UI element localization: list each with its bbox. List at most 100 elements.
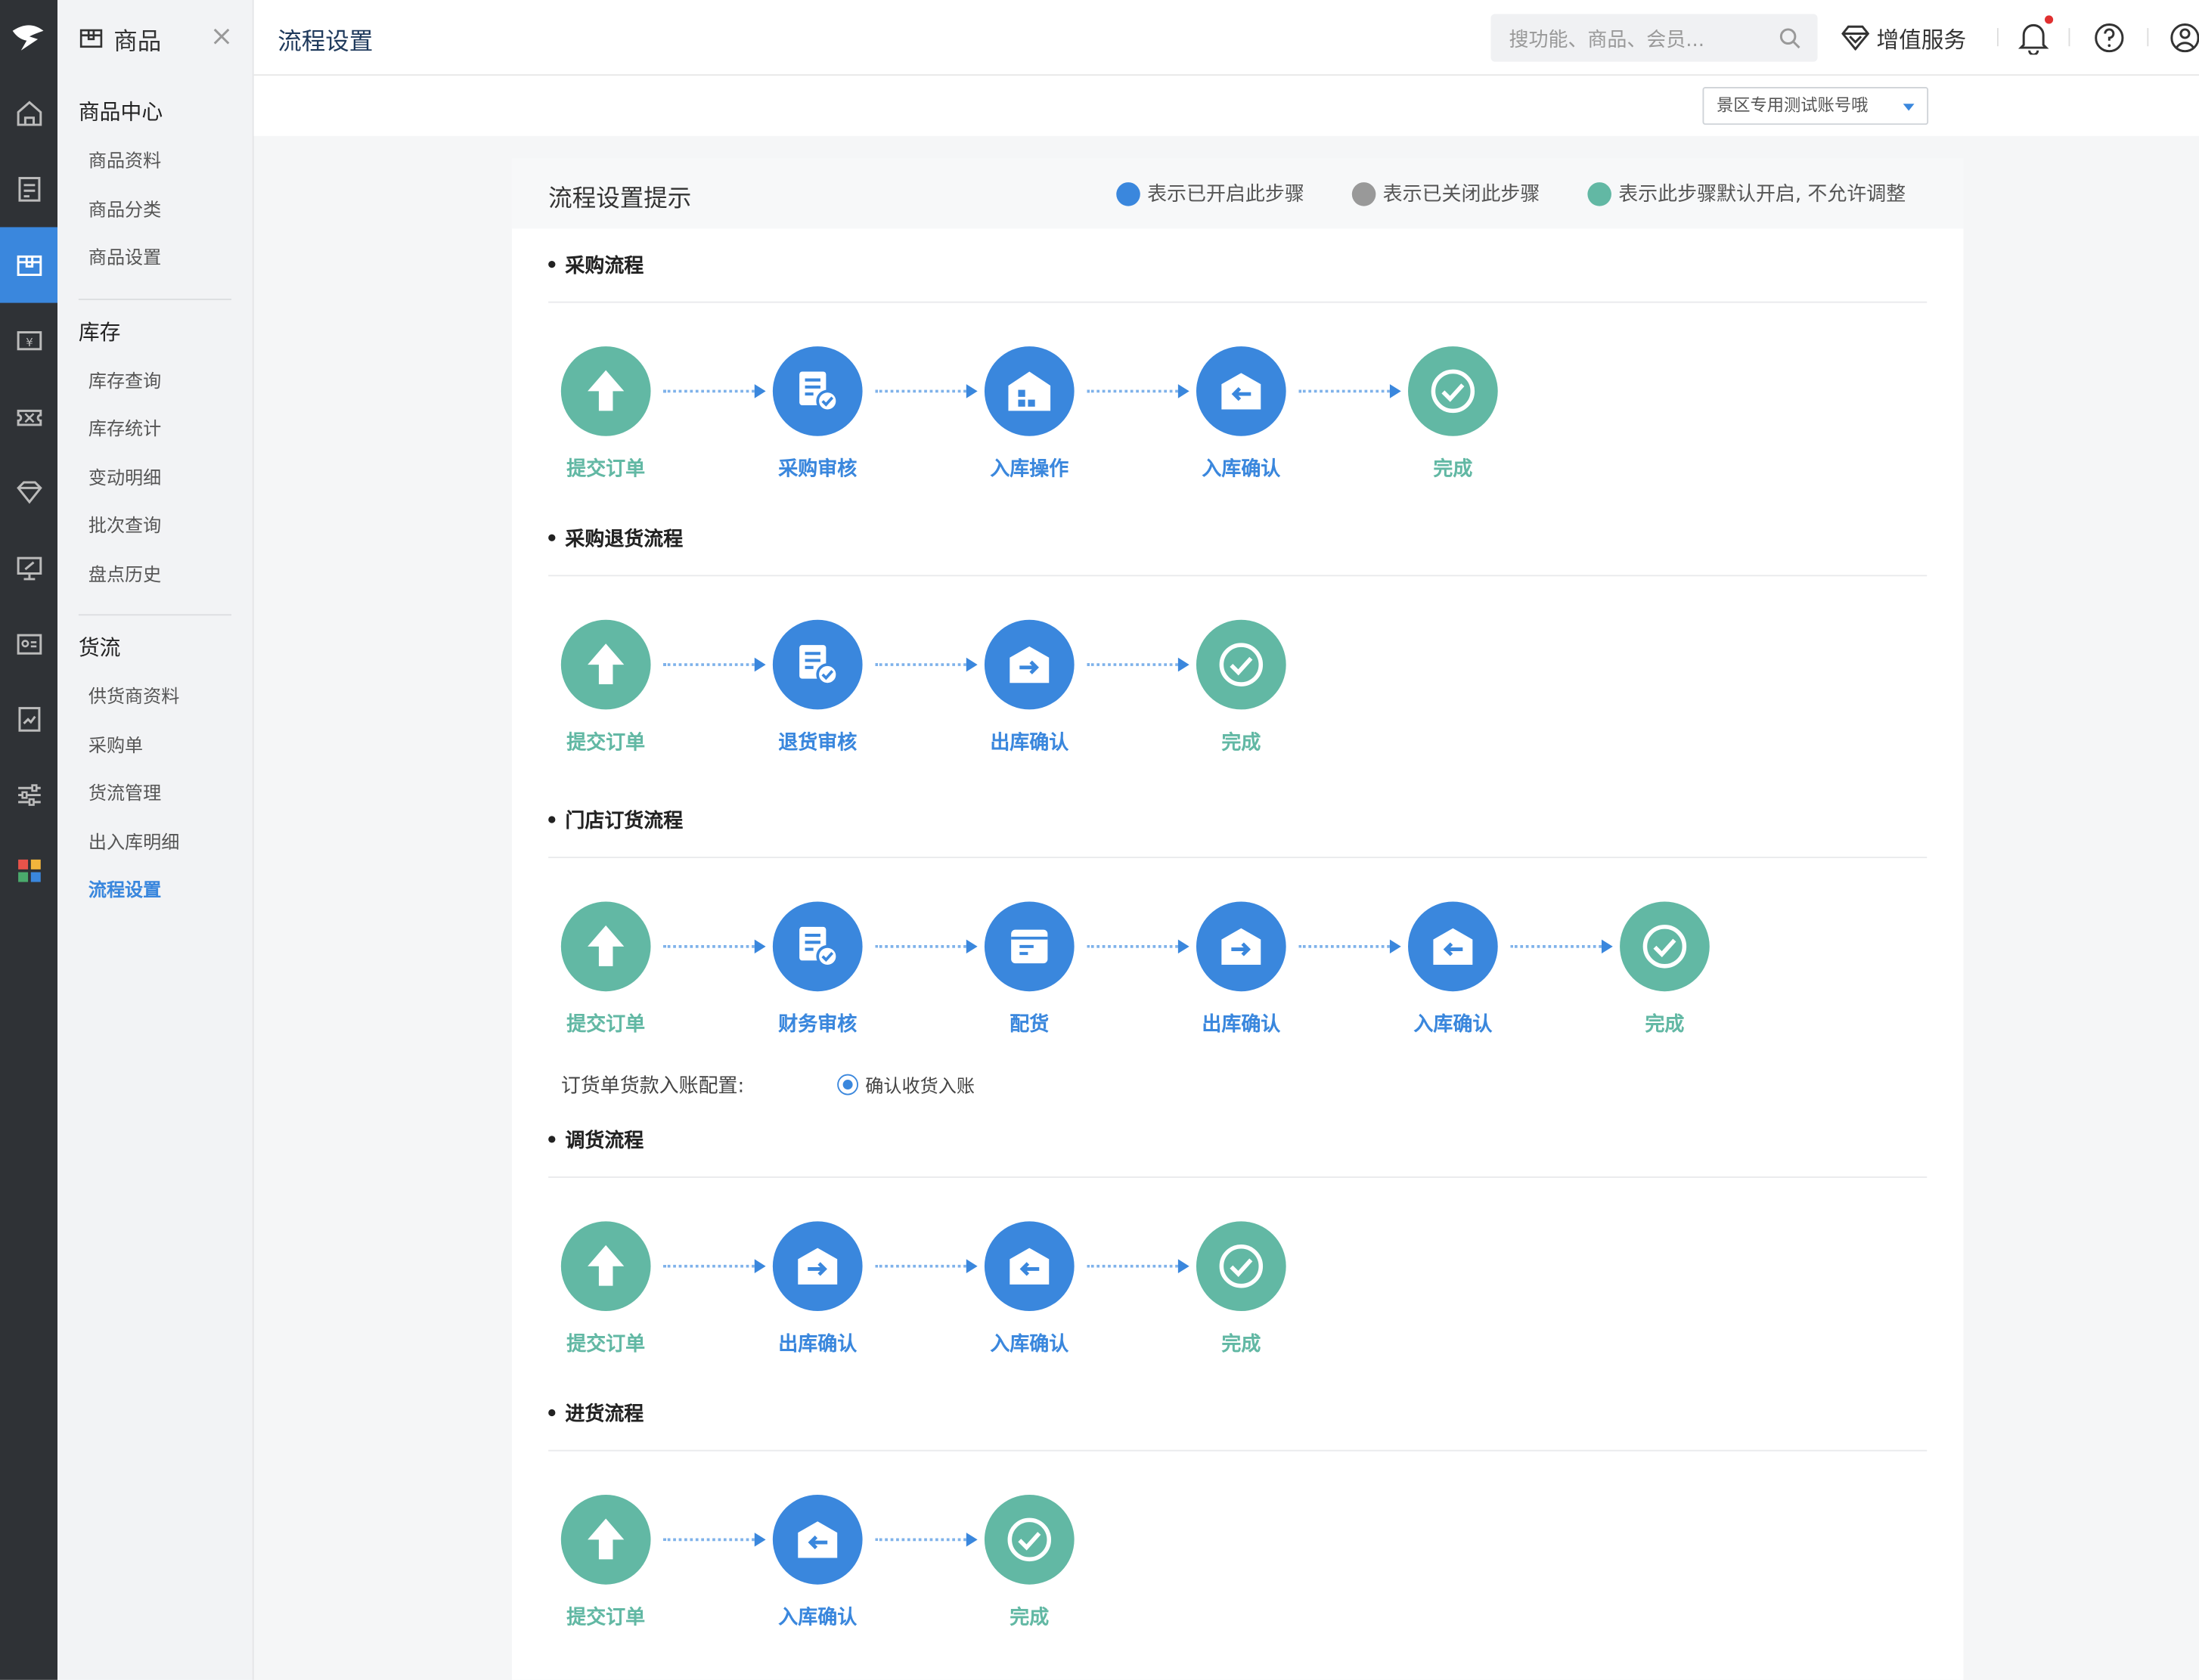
doc-check-icon[interactable]: [772, 619, 863, 710]
svg-text:¥: ¥: [25, 336, 32, 349]
legend-disabled: 表示已关闭此步骤: [1351, 179, 1540, 207]
logo-icon[interactable]: [0, 0, 57, 76]
legend-swatch: [1587, 181, 1611, 206]
flow-section-title: 采购退货流程: [548, 525, 683, 553]
help-icon[interactable]: [2094, 21, 2125, 55]
module-header: 商品: [57, 0, 253, 76]
flow-step-label: 出库确认: [778, 1333, 858, 1356]
bell-icon[interactable]: [2018, 21, 2049, 55]
sidebar-item[interactable]: 商品设置: [57, 236, 253, 284]
box-in-icon[interactable]: [772, 1495, 863, 1585]
close-icon[interactable]: [209, 24, 234, 49]
flow-step-label: 提交订单: [566, 1607, 646, 1630]
sidebar-item[interactable]: 商品资料: [57, 139, 253, 188]
sidebar-item[interactable]: 商品分类: [57, 188, 253, 236]
flow-arrow: [1087, 384, 1189, 398]
sidebar-item[interactable]: 库存统计: [57, 407, 253, 455]
flow-arrow: [663, 1259, 766, 1273]
sidebar-item[interactable]: 流程设置: [57, 868, 253, 916]
upload-arrow-icon: [560, 619, 651, 710]
flow-step-label: 退货审核: [778, 732, 858, 755]
sidebar-divider: [78, 614, 232, 616]
flow-section-title: 门店订货流程: [548, 806, 683, 834]
upload-arrow-icon: [560, 1221, 651, 1312]
flow-step-label: 配货: [1010, 1013, 1050, 1037]
search-input[interactable]: 搜功能、商品、会员...: [1490, 14, 1818, 62]
flow-arrow: [1087, 1259, 1189, 1273]
legend-label: 表示已关闭此步骤: [1382, 183, 1540, 206]
radio-selected-icon[interactable]: [837, 1074, 859, 1096]
upload-arrow-icon: [560, 1495, 651, 1585]
sidebar-group-title: 货流: [78, 635, 121, 661]
account-select-value: 景区专用测试账号哦: [1717, 95, 1869, 116]
home-icon[interactable]: [0, 76, 57, 151]
chart-doc-icon[interactable]: [0, 681, 57, 757]
box-out-icon[interactable]: [984, 619, 1075, 710]
flow-steps: 提交订单 出库确认 入库确认 完成: [512, 1221, 1964, 1390]
flow-steps: 提交订单 财务审核 配货 出库确认 入库确认 完成: [512, 901, 1964, 1071]
sidebar-item[interactable]: 变动明细: [57, 455, 253, 504]
flow-settings-panel: 流程设置提示 表示已开启此步骤 表示已关闭此步骤 表示此步骤默认开启, 不允许调…: [511, 158, 1964, 1680]
divider: [1996, 28, 1999, 47]
flow-section-title: 采购流程: [548, 251, 644, 279]
apps-grid-icon[interactable]: [0, 833, 57, 909]
flow-step-label: 入库确认: [1202, 458, 1281, 482]
flow-arrow: [1298, 384, 1401, 398]
flow-step-label: 出库确认: [990, 732, 1069, 755]
sidebar-divider: [78, 298, 232, 299]
diamond-icon: [1841, 25, 1870, 51]
legend-label: 表示已开启此步骤: [1147, 183, 1304, 206]
flow-step-label: 完成: [1433, 458, 1473, 482]
sidebar-item[interactable]: 供货商资料: [57, 674, 253, 723]
box-in-icon[interactable]: [984, 1221, 1075, 1312]
flow-arrow: [663, 1533, 766, 1547]
box-out-icon[interactable]: [772, 1221, 863, 1312]
coupon-icon[interactable]: [0, 379, 57, 454]
report-icon[interactable]: [0, 151, 57, 227]
order-config-radio[interactable]: 确认收货入账: [837, 1071, 975, 1098]
order-config-option: 确认收货入账: [865, 1077, 975, 1099]
doc-check-icon[interactable]: [772, 346, 863, 436]
flow-arrow: [663, 384, 766, 398]
check-circle-icon: [1196, 1221, 1286, 1312]
warehouse-icon[interactable]: [984, 346, 1075, 436]
box-in-icon[interactable]: [1408, 901, 1498, 992]
sidebar-item[interactable]: 库存查询: [57, 358, 253, 407]
sidebar-item[interactable]: 盘点历史: [57, 552, 253, 600]
diamond-icon[interactable]: [0, 454, 57, 530]
box-out-icon[interactable]: [1196, 901, 1286, 992]
doc-check-icon[interactable]: [772, 901, 863, 992]
sidebar-group-title: 库存: [78, 318, 121, 345]
monitor-icon[interactable]: [0, 530, 57, 606]
box-in-icon[interactable]: [1196, 346, 1286, 436]
flow-step-label: 提交订单: [566, 732, 646, 755]
sidebar-group-title: 商品中心: [78, 99, 163, 126]
value-service-button[interactable]: 增值服务: [1841, 20, 1966, 56]
sidebar-item[interactable]: 批次查询: [57, 504, 253, 552]
upload-arrow-icon: [560, 901, 651, 992]
sidebar-item[interactable]: 货流管理: [57, 771, 253, 820]
settings-slider-icon[interactable]: [0, 757, 57, 832]
legend-default: 表示此步骤默认开启, 不允许调整: [1587, 179, 1906, 207]
flow-arrow: [875, 384, 978, 398]
account-select[interactable]: 景区专用测试账号哦: [1702, 86, 1929, 126]
flow-section-title: 调货流程: [548, 1126, 644, 1154]
flow-arrow: [1298, 939, 1401, 954]
legend-enabled: 表示已开启此步骤: [1116, 179, 1304, 207]
flow-arrow: [875, 939, 978, 954]
cash-icon[interactable]: ¥: [0, 303, 57, 379]
member-card-icon[interactable]: [0, 606, 57, 681]
sidebar-item[interactable]: 采购单: [57, 723, 253, 771]
check-circle-icon: [1196, 619, 1286, 710]
search-icon[interactable]: [1779, 26, 1801, 49]
flow-arrow: [1087, 939, 1189, 954]
order-config-label: 订货单货款入账配置:: [560, 1075, 745, 1099]
user-avatar-icon[interactable]: [2170, 21, 2199, 55]
flow-section-title: 进货流程: [548, 1399, 644, 1427]
flow-step-label: 完成: [1010, 1607, 1050, 1630]
section-divider: [548, 1449, 1928, 1452]
goods-icon[interactable]: [0, 227, 58, 303]
sidebar-item[interactable]: 出入库明细: [57, 820, 253, 868]
sub-toolbar: 景区专用测试账号哦: [253, 76, 2199, 136]
package-icon[interactable]: [984, 901, 1075, 992]
